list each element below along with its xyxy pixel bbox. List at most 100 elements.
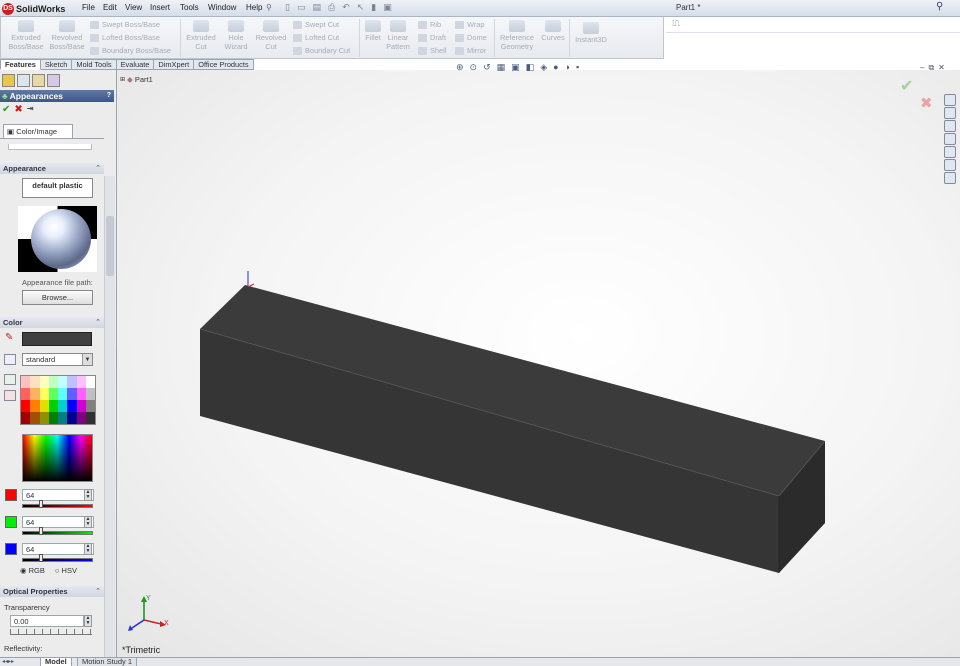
extruded-cut-button[interactable]: Extruded Cut	[183, 20, 219, 51]
green-swatch	[5, 516, 17, 528]
property-manager-icon[interactable]	[17, 74, 30, 87]
swept-cut-button[interactable]: Swept Cut	[293, 20, 339, 29]
help-icon[interactable]: ?	[107, 90, 111, 102]
collapse-chevron-icon[interactable]: ⌃	[95, 317, 101, 328]
appearances-icon: ♣	[2, 91, 8, 101]
wrap-button[interactable]: Wrap	[455, 20, 485, 29]
tab-features[interactable]: Features	[0, 59, 41, 70]
rgb-radio[interactable]: ◉ RGB	[20, 566, 45, 575]
browse-button[interactable]: Browse...	[22, 290, 93, 305]
revolved-boss-button[interactable]: Revolved Boss/Base	[47, 20, 87, 51]
undo-icon[interactable]: ↶	[342, 2, 350, 13]
boundary-boss-button[interactable]: Boundary Boss/Base	[90, 46, 171, 55]
ok-check-icon[interactable]: ✔	[2, 104, 10, 115]
subtab-underline	[0, 138, 104, 139]
configuration-manager-icon[interactable]	[32, 74, 45, 87]
rebuild-icon[interactable]: ▮	[371, 2, 376, 13]
tab-motion-study-1[interactable]: Motion Study 1	[77, 658, 138, 666]
transparency-slider[interactable]	[10, 629, 92, 635]
color-section-header[interactable]: Color ⌃	[0, 317, 104, 328]
lofted-cut-button[interactable]: Lofted Cut	[293, 33, 339, 42]
menu-insert[interactable]: Insert	[150, 3, 170, 12]
reference-geometry-icon	[509, 20, 525, 32]
extruded-boss-button[interactable]: Extruded Boss/Base	[6, 20, 46, 51]
appearance-section-header[interactable]: Appearance ⌃	[0, 163, 104, 174]
print-icon[interactable]: ⎙	[328, 2, 335, 13]
color-spectrum-picker[interactable]	[22, 434, 93, 482]
tab-scroll-arrows-icon[interactable]: ◂◂▸▸	[2, 658, 14, 665]
optical-properties-header[interactable]: Optical Properties ⌃	[0, 586, 104, 597]
menu-help[interactable]: Help	[246, 3, 262, 12]
menu-file[interactable]: File	[82, 3, 95, 12]
options-icon[interactable]: ▣	[383, 2, 392, 13]
pushpin-icon[interactable]: ⇥	[27, 104, 34, 115]
red-spinner[interactable]: ▲ ▼	[84, 489, 92, 501]
palette-icon[interactable]	[4, 354, 16, 365]
dome-button[interactable]: Dome	[455, 33, 487, 42]
sweep-icon	[90, 20, 99, 29]
lofted-boss-button[interactable]: Lofted Boss/Base	[90, 33, 160, 42]
search-icon[interactable]: ⚲	[936, 1, 943, 12]
menu-bar	[0, 0, 960, 17]
draft-button[interactable]: Draft	[418, 33, 446, 42]
open-icon[interactable]: ▭	[297, 2, 306, 13]
transparency-spinner[interactable]: ▲ ▼	[84, 615, 92, 627]
feature-manager-icon[interactable]	[2, 74, 15, 87]
palette-select[interactable]: standard ▼	[22, 353, 93, 366]
mirror-button[interactable]: Mirror	[455, 46, 486, 55]
collapse-chevron-icon[interactable]: ⌃	[95, 586, 101, 597]
tab-office-products[interactable]: Office Products	[194, 59, 254, 70]
revolved-cut-button[interactable]: Revolved Cut	[253, 20, 289, 51]
hsv-radio[interactable]: ○ HSV	[55, 566, 77, 575]
tab-evaluate[interactable]: Evaluate	[116, 59, 155, 70]
grip-icon[interactable]: ⁞⎍	[672, 19, 680, 29]
fillet-button[interactable]: Fillet	[362, 20, 384, 42]
red-slider[interactable]	[22, 504, 93, 508]
tab-dimxpert[interactable]: DimXpert	[154, 59, 195, 70]
tab-sketch[interactable]: Sketch	[40, 59, 73, 70]
tab-mold-tools[interactable]: Mold Tools	[72, 59, 117, 70]
reference-geometry-button[interactable]: Reference Geometry	[497, 20, 537, 51]
hole-wizard-button[interactable]: Hole Wizard	[222, 20, 250, 51]
menu-tools[interactable]: Tools	[180, 3, 199, 12]
blue-spinner[interactable]: ▲ ▼	[84, 543, 92, 555]
rib-button[interactable]: Rib	[418, 20, 441, 29]
menu-view[interactable]: View	[125, 3, 142, 12]
linear-pattern-button[interactable]: Linear Pattern	[384, 20, 412, 51]
scrollbar-thumb[interactable]	[106, 216, 114, 276]
boundary-cut-button[interactable]: Boundary Cut	[293, 46, 350, 55]
green-slider[interactable]	[22, 531, 93, 535]
appearance-manager-icon[interactable]	[47, 74, 60, 87]
part-model-view[interactable]	[117, 70, 960, 658]
pin-icon[interactable]: ⚲	[266, 3, 272, 12]
swept-boss-button[interactable]: Swept Boss/Base	[90, 20, 160, 29]
transparency-field[interactable]: 0.00	[10, 615, 84, 627]
cancel-x-icon[interactable]: ✖	[14, 104, 22, 115]
red-slider-thumb[interactable]	[38, 500, 43, 508]
tab-model[interactable]: Model	[40, 658, 72, 666]
curves-button[interactable]: Curves	[539, 20, 567, 42]
blue-swatch	[5, 543, 17, 555]
select-icon[interactable]: ↖	[357, 2, 365, 13]
save-icon[interactable]: ▤	[312, 2, 321, 13]
new-icon[interactable]: ▯	[285, 2, 290, 13]
green-slider-thumb[interactable]	[38, 527, 43, 535]
collapsed-list-box[interactable]	[8, 144, 92, 150]
panel-scrollbar[interactable]	[104, 176, 115, 658]
current-color-swatch[interactable]	[22, 332, 92, 346]
add-swatch-icon[interactable]	[4, 374, 16, 385]
solidworks-logo[interactable]: DS SolidWorks	[2, 2, 65, 15]
shell-button[interactable]: Shell	[418, 46, 446, 55]
menu-edit[interactable]: Edit	[103, 3, 117, 12]
green-spinner[interactable]: ▲ ▼	[84, 516, 92, 528]
instant3d-button[interactable]: Instant3D	[571, 22, 611, 44]
color-swatch-grid[interactable]	[20, 375, 96, 425]
blue-slider-thumb[interactable]	[38, 554, 43, 562]
eyedropper-icon[interactable]: ✎	[5, 332, 13, 343]
chevron-down-icon[interactable]: ▼	[82, 354, 92, 365]
remove-swatch-icon[interactable]	[4, 390, 16, 401]
tab-color-image[interactable]: ▣ Color/Image	[3, 124, 73, 138]
menu-window[interactable]: Window	[208, 3, 236, 12]
collapse-chevron-icon[interactable]: ⌃	[95, 163, 101, 174]
blue-slider[interactable]	[22, 558, 93, 562]
